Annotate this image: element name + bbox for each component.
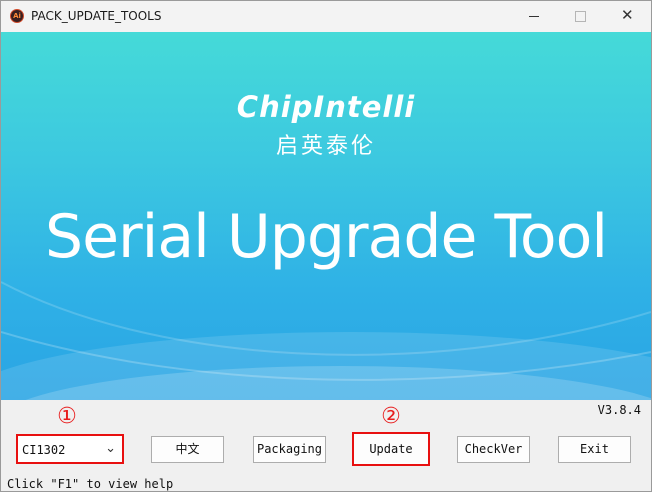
annotation-marker-2: ②: [381, 404, 401, 429]
language-button[interactable]: 中文: [151, 436, 224, 463]
annotation-marker-1: ①: [57, 404, 77, 429]
exit-button[interactable]: Exit: [558, 436, 631, 463]
window-title: PACK_UPDATE_TOOLS: [31, 9, 162, 23]
chevron-down-icon: ⌄: [105, 440, 116, 455]
status-bar-text: Click "F1" to view help: [7, 477, 174, 491]
banner-image: ChipIntelli 启英泰伦 Serial Upgrade Tool: [1, 32, 651, 400]
tool-title: Serial Upgrade Tool: [45, 202, 608, 272]
brand-logo: ChipIntelli: [236, 90, 416, 124]
checkver-button[interactable]: CheckVer: [457, 436, 530, 463]
version-label: V3.8.4: [597, 403, 641, 417]
title-bar[interactable]: Ai PACK_UPDATE_TOOLS ✕: [1, 1, 651, 32]
minimize-icon: [529, 16, 539, 17]
close-button[interactable]: ✕: [603, 1, 649, 32]
minimize-button[interactable]: [511, 1, 557, 32]
app-icon: Ai: [10, 9, 24, 23]
close-icon: ✕: [621, 7, 634, 24]
app-window: Ai PACK_UPDATE_TOOLS ✕ ChipIntelli 启英泰伦 …: [0, 0, 652, 492]
chip-model-select[interactable]: CI1302 ⌄: [16, 434, 124, 464]
maximize-icon: [575, 11, 586, 22]
maximize-button[interactable]: [557, 1, 603, 32]
packaging-button[interactable]: Packaging: [253, 436, 326, 463]
chip-model-value: CI1302: [22, 443, 66, 457]
brand-logo-chinese: 启英泰伦: [275, 134, 376, 159]
update-button[interactable]: Update: [352, 432, 430, 466]
